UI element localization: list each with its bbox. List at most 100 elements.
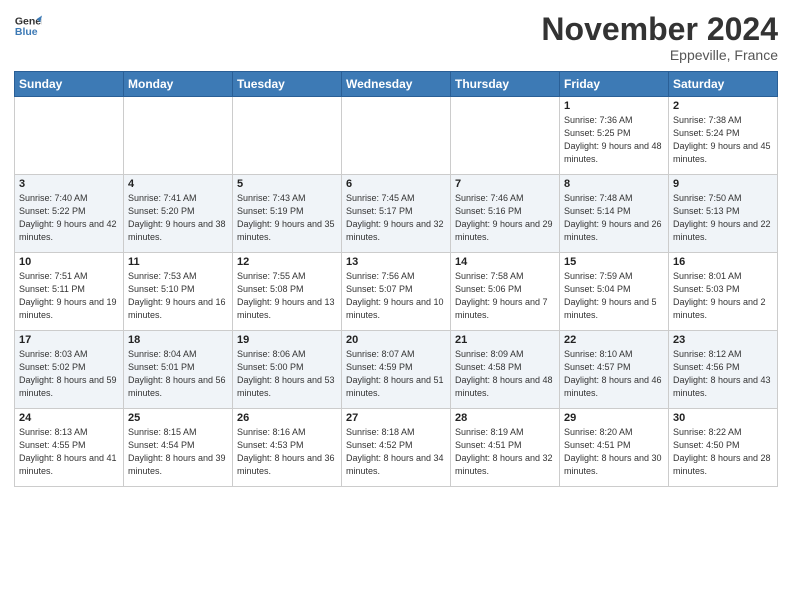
calendar-cell: 30 Sunrise: 8:22 AM Sunset: 4:50 PM Dayli… [669,409,778,487]
day-number: 15 [564,256,664,268]
calendar-cell: 3 Sunrise: 7:40 AM Sunset: 5:22 PM Daylig… [15,175,124,253]
calendar-cell [342,97,451,175]
day-info: Sunrise: 7:38 AM Sunset: 5:24 PM Dayligh… [673,114,773,166]
calendar-cell: 19 Sunrise: 8:06 AM Sunset: 5:00 PM Dayli… [233,331,342,409]
header-row: Sunday Monday Tuesday Wednesday Thursday… [15,72,778,97]
calendar-cell: 29 Sunrise: 8:20 AM Sunset: 4:51 PM Dayli… [560,409,669,487]
day-info: Sunrise: 8:18 AM Sunset: 4:52 PM Dayligh… [346,426,446,478]
location: Eppeville, France [541,47,778,63]
calendar-cell: 2Sunrise: 7:38 AM Sunset: 5:24 PM Daylig… [669,97,778,175]
logo: General Blue [14,12,42,40]
col-monday: Monday [124,72,233,97]
day-info: Sunrise: 7:50 AM Sunset: 5:13 PM Dayligh… [673,192,773,244]
day-number: 16 [673,256,773,268]
page: General Blue November 2024 Eppeville, Fr… [0,0,792,612]
month-title: November 2024 [541,12,778,47]
calendar-cell: 11Sunrise: 7:53 AM Sunset: 5:10 PM Dayli… [124,253,233,331]
day-number: 18 [128,334,228,346]
day-number: 19 [237,334,337,346]
calendar-cell: 27 Sunrise: 8:18 AM Sunset: 4:52 PM Dayli… [342,409,451,487]
week-row-5: 24 Sunrise: 8:13 AM Sunset: 4:55 PM Dayli… [15,409,778,487]
day-number: 10 [19,256,119,268]
day-number: 22 [564,334,664,346]
calendar-cell: 10 Sunrise: 7:51 AM Sunset: 5:11 PM Dayli… [15,253,124,331]
day-number: 28 [455,412,555,424]
day-number: 14 [455,256,555,268]
day-number: 24 [19,412,119,424]
day-number: 17 [19,334,119,346]
day-info: Sunrise: 8:07 AM Sunset: 4:59 PM Dayligh… [346,348,446,400]
calendar-cell: 22Sunrise: 8:10 AM Sunset: 4:57 PM Dayli… [560,331,669,409]
day-info: Sunrise: 7:43 AM Sunset: 5:19 PM Dayligh… [237,192,337,244]
calendar-cell: 9 Sunrise: 7:50 AM Sunset: 5:13 PM Daylig… [669,175,778,253]
day-info: Sunrise: 8:20 AM Sunset: 4:51 PM Dayligh… [564,426,664,478]
day-info: Sunrise: 8:19 AM Sunset: 4:51 PM Dayligh… [455,426,555,478]
day-number: 4 [128,178,228,190]
day-info: Sunrise: 8:22 AM Sunset: 4:50 PM Dayligh… [673,426,773,478]
day-number: 9 [673,178,773,190]
day-number: 1 [564,100,664,112]
day-info: Sunrise: 8:09 AM Sunset: 4:58 PM Dayligh… [455,348,555,400]
header: General Blue November 2024 Eppeville, Fr… [14,12,778,63]
calendar-cell: 7Sunrise: 7:46 AM Sunset: 5:16 PM Daylig… [451,175,560,253]
col-wednesday: Wednesday [342,72,451,97]
calendar-cell: 15 Sunrise: 7:59 AM Sunset: 5:04 PM Dayli… [560,253,669,331]
day-number: 30 [673,412,773,424]
calendar-cell: 18Sunrise: 8:04 AM Sunset: 5:01 PM Dayli… [124,331,233,409]
day-info: Sunrise: 8:15 AM Sunset: 4:54 PM Dayligh… [128,426,228,478]
day-info: Sunrise: 7:41 AM Sunset: 5:20 PM Dayligh… [128,192,228,244]
calendar-cell: 4 Sunrise: 7:41 AM Sunset: 5:20 PM Daylig… [124,175,233,253]
svg-text:Blue: Blue [15,26,38,38]
calendar-cell: 12 Sunrise: 7:55 AM Sunset: 5:08 PM Dayli… [233,253,342,331]
day-number: 27 [346,412,446,424]
calendar-cell: 17 Sunrise: 8:03 AM Sunset: 5:02 PM Dayli… [15,331,124,409]
day-info: Sunrise: 8:13 AM Sunset: 4:55 PM Dayligh… [19,426,119,478]
col-tuesday: Tuesday [233,72,342,97]
day-info: Sunrise: 8:12 AM Sunset: 4:56 PM Dayligh… [673,348,773,400]
day-number: 29 [564,412,664,424]
calendar-cell [15,97,124,175]
day-info: Sunrise: 7:45 AM Sunset: 5:17 PM Dayligh… [346,192,446,244]
day-info: Sunrise: 7:56 AM Sunset: 5:07 PM Dayligh… [346,270,446,322]
day-info: Sunrise: 7:59 AM Sunset: 5:04 PM Dayligh… [564,270,664,322]
col-saturday: Saturday [669,72,778,97]
day-number: 26 [237,412,337,424]
day-number: 3 [19,178,119,190]
day-info: Sunrise: 7:40 AM Sunset: 5:22 PM Dayligh… [19,192,119,244]
week-row-2: 3 Sunrise: 7:40 AM Sunset: 5:22 PM Daylig… [15,175,778,253]
day-number: 13 [346,256,446,268]
day-number: 12 [237,256,337,268]
calendar-cell: 13 Sunrise: 7:56 AM Sunset: 5:07 PM Dayli… [342,253,451,331]
calendar-cell: 14Sunrise: 7:58 AM Sunset: 5:06 PM Dayli… [451,253,560,331]
day-number: 5 [237,178,337,190]
day-info: Sunrise: 7:51 AM Sunset: 5:11 PM Dayligh… [19,270,119,322]
calendar-table: Sunday Monday Tuesday Wednesday Thursday… [14,71,778,487]
week-row-4: 17 Sunrise: 8:03 AM Sunset: 5:02 PM Dayli… [15,331,778,409]
calendar-cell: 16 Sunrise: 8:01 AM Sunset: 5:03 PM Dayli… [669,253,778,331]
col-friday: Friday [560,72,669,97]
day-info: Sunrise: 7:53 AM Sunset: 5:10 PM Dayligh… [128,270,228,322]
day-info: Sunrise: 8:06 AM Sunset: 5:00 PM Dayligh… [237,348,337,400]
calendar-cell: 20 Sunrise: 8:07 AM Sunset: 4:59 PM Dayli… [342,331,451,409]
calendar-cell: 1 Sunrise: 7:36 AM Sunset: 5:25 PM Daylig… [560,97,669,175]
title-block: November 2024 Eppeville, France [541,12,778,63]
calendar-cell: 5 Sunrise: 7:43 AM Sunset: 5:19 PM Daylig… [233,175,342,253]
calendar-cell: 23Sunrise: 8:12 AM Sunset: 4:56 PM Dayli… [669,331,778,409]
day-number: 6 [346,178,446,190]
col-thursday: Thursday [451,72,560,97]
day-info: Sunrise: 7:36 AM Sunset: 5:25 PM Dayligh… [564,114,664,166]
day-number: 21 [455,334,555,346]
day-number: 8 [564,178,664,190]
calendar-cell: 21 Sunrise: 8:09 AM Sunset: 4:58 PM Dayli… [451,331,560,409]
day-info: Sunrise: 8:03 AM Sunset: 5:02 PM Dayligh… [19,348,119,400]
calendar-cell [124,97,233,175]
day-number: 20 [346,334,446,346]
calendar-cell: 25 Sunrise: 8:15 AM Sunset: 4:54 PM Dayli… [124,409,233,487]
calendar-cell [233,97,342,175]
day-info: Sunrise: 8:01 AM Sunset: 5:03 PM Dayligh… [673,270,773,322]
day-number: 25 [128,412,228,424]
day-info: Sunrise: 7:55 AM Sunset: 5:08 PM Dayligh… [237,270,337,322]
day-info: Sunrise: 7:48 AM Sunset: 5:14 PM Dayligh… [564,192,664,244]
calendar-cell: 28 Sunrise: 8:19 AM Sunset: 4:51 PM Dayli… [451,409,560,487]
day-number: 7 [455,178,555,190]
